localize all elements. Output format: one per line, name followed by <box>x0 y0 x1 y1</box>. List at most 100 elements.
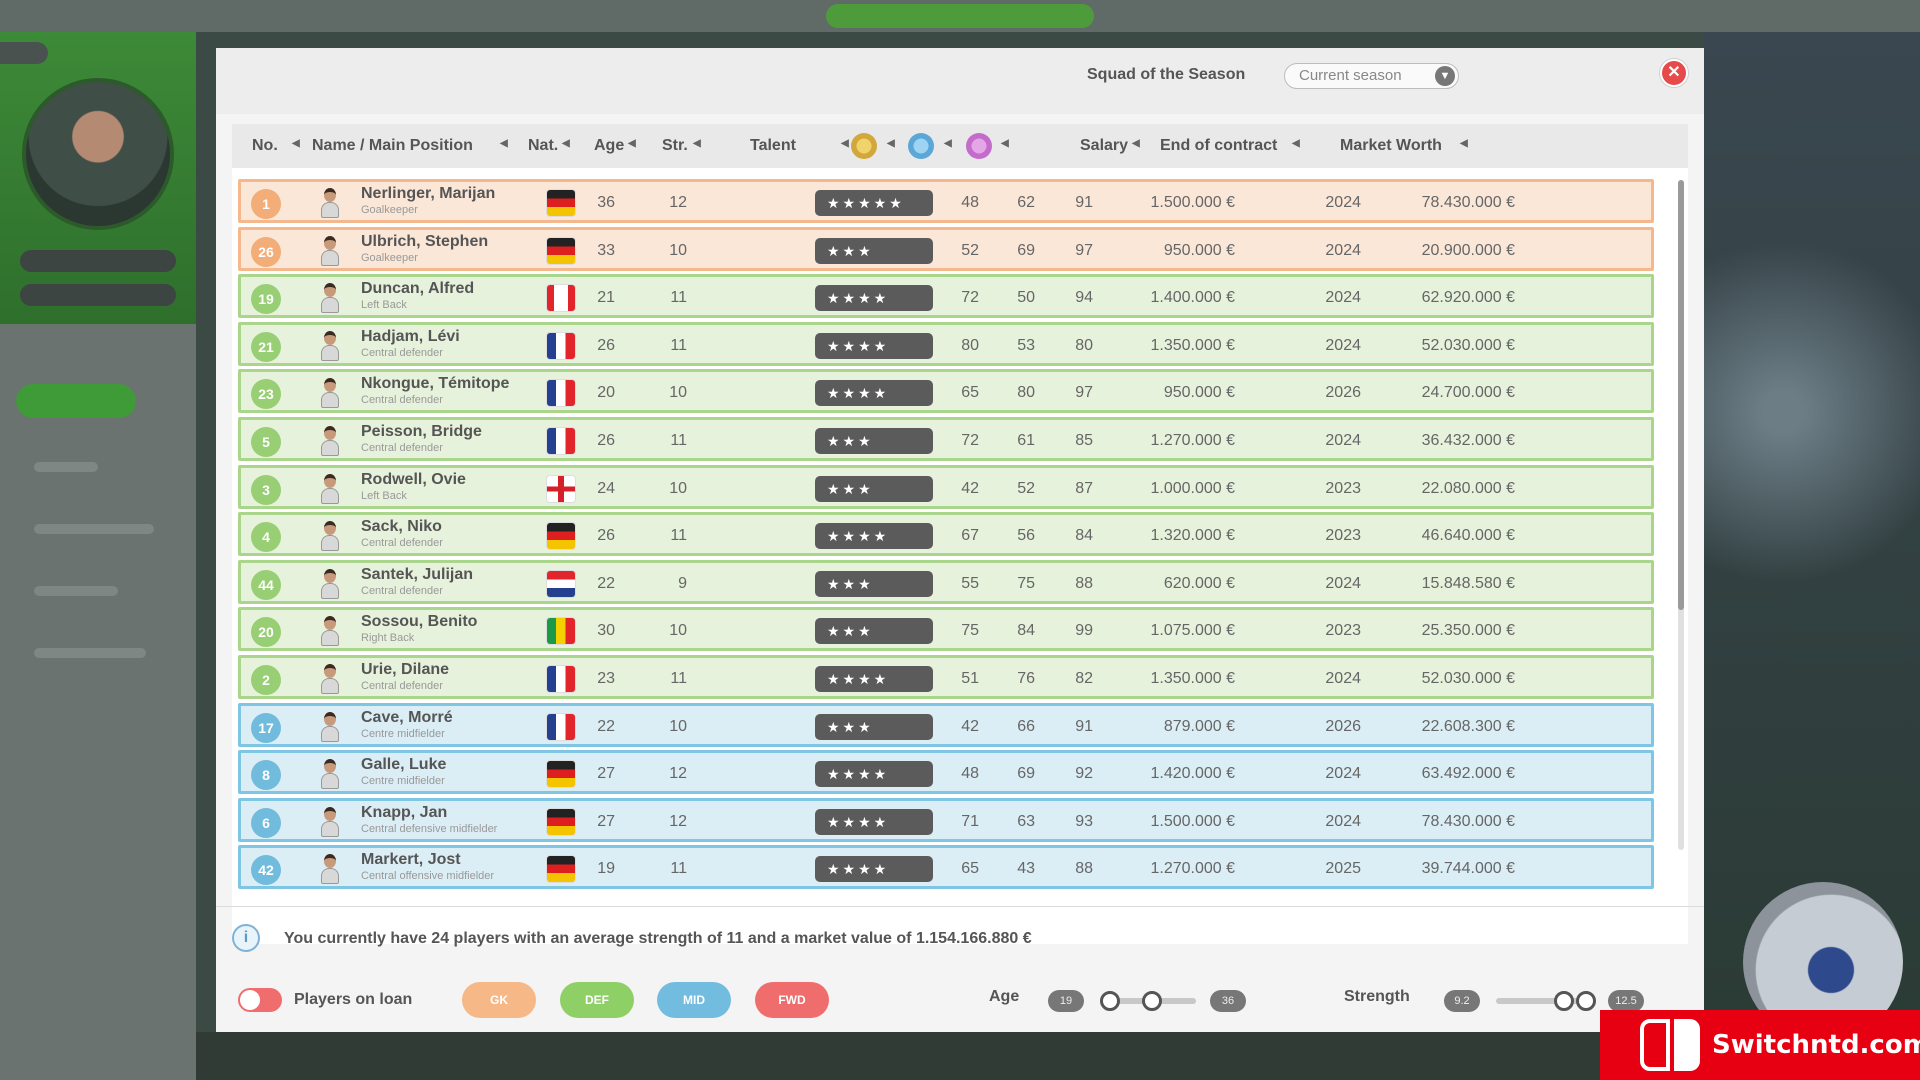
filter-fwd-button[interactable]: FWD <box>755 982 829 1018</box>
strength-max-value: 12.5 <box>1608 990 1644 1012</box>
talent-stars: ★★★★ <box>815 856 933 883</box>
fitness-stat-icon[interactable] <box>851 133 877 159</box>
season-select[interactable]: Current season ▼ <box>1284 63 1459 89</box>
stat-satisfaction: 92 <box>1075 765 1093 783</box>
player-salary: 1.075.000 € <box>1150 622 1235 640</box>
filter-gk-button[interactable]: GK <box>462 982 536 1018</box>
table-row[interactable]: 19 Duncan, Alfred Left Back 21 11 ★★★★ 72 50 94 1… <box>238 274 1654 319</box>
col-nat[interactable]: Nat. <box>528 137 558 155</box>
col-str[interactable]: Str. <box>662 137 688 155</box>
morale-stat-icon[interactable] <box>908 133 934 159</box>
player-strength: 11 <box>670 527 687 545</box>
table-row[interactable]: 20 Sossou, Benito Right Back 30 10 ★★★ 75 84 99 1… <box>238 607 1654 652</box>
player-position: Central defender <box>361 442 443 454</box>
player-name: Galle, Luke <box>361 756 447 774</box>
table-row[interactable]: 44 Santek, Julijan Central defender 22 9 ★★★ 5… <box>238 559 1654 604</box>
sort-arrow-icon[interactable]: ◀ <box>628 138 636 149</box>
player-strength: 10 <box>669 384 687 402</box>
table-row[interactable]: 3 Rodwell, Ovie Left Back 24 10 ★★★ 42 52 87 1.00… <box>238 464 1654 509</box>
age-max-handle[interactable] <box>1142 991 1162 1011</box>
sort-arrow-icon[interactable]: ◀ <box>292 138 300 149</box>
player-age: 22 <box>597 574 615 592</box>
sort-arrow-icon[interactable]: ◀ <box>1460 138 1468 149</box>
player-salary: 1.350.000 € <box>1150 336 1235 354</box>
talent-stars: ★★★ <box>815 475 933 502</box>
filter-mid-button[interactable]: MID <box>657 982 731 1018</box>
table-row[interactable]: 5 Peisson, Bridge Central defender 26 11 ★★★ 7… <box>238 417 1654 461</box>
age-min-handle[interactable] <box>1100 991 1120 1011</box>
sort-arrow-icon[interactable]: ◀ <box>1292 138 1300 149</box>
satisfaction-stat-icon[interactable] <box>966 133 992 159</box>
player-contract: 2024 <box>1325 574 1361 592</box>
table-row[interactable]: 2 Urie, Dilane Central defender 23 11 ★★★★ 51 7… <box>238 655 1654 699</box>
strength-filter-label: Strength <box>1344 988 1410 1005</box>
sort-arrow-icon[interactable]: ◀ <box>562 138 570 149</box>
player-contract: 2024 <box>1325 289 1361 307</box>
dialog-title: Squad of the Season <box>1087 66 1246 83</box>
canada-flag-icon <box>547 285 575 312</box>
player-market-worth: 25.350.000 € <box>1421 622 1515 640</box>
stat-satisfaction: 82 <box>1075 670 1093 687</box>
scrollbar-thumb[interactable] <box>1678 180 1684 610</box>
stat-satisfaction: 88 <box>1075 574 1093 592</box>
sort-arrow-icon[interactable]: ◀ <box>944 138 952 149</box>
player-contract: 2024 <box>1325 336 1361 354</box>
col-talent[interactable]: Talent <box>750 137 796 155</box>
player-name: Peisson, Bridge <box>361 423 482 440</box>
player-number: 3 <box>251 474 281 505</box>
stat-morale: 56 <box>1017 527 1035 545</box>
england-flag-icon <box>547 475 575 502</box>
filter-def-button[interactable]: DEF <box>560 982 634 1018</box>
player-strength: 9 <box>678 574 687 592</box>
col-salary[interactable]: Salary <box>1080 137 1128 155</box>
player-market-worth: 62.920.000 € <box>1421 289 1515 307</box>
player-market-worth: 20.900.000 € <box>1421 241 1515 259</box>
player-contract: 2024 <box>1325 812 1361 830</box>
player-age: 30 <box>597 622 615 640</box>
players-on-loan-toggle[interactable] <box>238 988 282 1012</box>
stat-morale: 50 <box>1017 289 1035 307</box>
table-row[interactable]: 17 Cave, Morré Centre midfielder 22 10 ★★★ 42 6… <box>238 702 1654 747</box>
sort-arrow-icon[interactable]: ◀ <box>500 138 508 149</box>
table-row[interactable]: 6 Knapp, Jan Central defensive midfielder 2… <box>238 797 1654 842</box>
sort-arrow-icon[interactable]: ◀ <box>841 138 849 149</box>
close-button[interactable]: ✕ <box>1660 59 1688 87</box>
player-name: Markert, Jost <box>361 851 461 869</box>
player-avatar <box>319 521 341 552</box>
strength-max-handle[interactable] <box>1576 991 1596 1011</box>
sort-arrow-icon[interactable]: ◀ <box>887 138 895 149</box>
player-position: Central defensive midfielder <box>361 822 498 835</box>
col-worth[interactable]: Market Worth <box>1340 137 1442 155</box>
col-age[interactable]: Age <box>594 137 624 155</box>
player-salary: 620.000 € <box>1163 574 1235 592</box>
table-row[interactable]: 4 Sack, Niko Central defender 26 11 ★★★★ 67 56 8… <box>238 512 1654 557</box>
player-strength: 10 <box>669 622 687 640</box>
stat-fitness: 55 <box>961 574 979 592</box>
player-salary: 1.270.000 € <box>1150 860 1235 878</box>
stat-fitness: 72 <box>961 289 979 307</box>
table-row[interactable]: 42 Markert, Jost Central offensive midfiel… <box>238 845 1654 890</box>
player-age: 26 <box>597 432 615 449</box>
col-name[interactable]: Name / Main Position <box>312 137 473 155</box>
france-flag-icon <box>547 380 575 407</box>
table-row[interactable]: 23 Nkongue, Témitope Central defender 20 10 ★… <box>238 369 1654 414</box>
player-market-worth: 39.744.000 € <box>1421 860 1515 878</box>
age-filter-label: Age <box>989 988 1020 1005</box>
sort-arrow-icon[interactable]: ◀ <box>693 138 701 149</box>
strength-min-handle[interactable] <box>1554 991 1574 1011</box>
background-bar <box>20 284 176 306</box>
table-row[interactable]: 1 Nerlinger, Marijan Goalkeeper 36 12 ★★★★★ 48… <box>238 179 1654 223</box>
table-scrollbar[interactable] <box>1678 180 1684 850</box>
sort-arrow-icon[interactable]: ◀ <box>1132 138 1140 149</box>
sort-arrow-icon[interactable]: ◀ <box>1001 138 1009 149</box>
col-no[interactable]: No. <box>252 137 278 155</box>
col-contract[interactable]: End of contract <box>1160 137 1277 155</box>
table-row[interactable]: 26 Ulbrich, Stephen Goalkeeper 33 10 ★★★ 52 69 9… <box>238 226 1654 271</box>
talent-stars: ★★★ <box>815 428 933 454</box>
table-row[interactable]: 8 Galle, Luke Centre midfielder 27 12 ★★★★ 48 6… <box>238 750 1654 795</box>
table-row[interactable]: 21 Hadjam, Lévi Central defender 26 11 ★★★★ 80… <box>238 321 1654 366</box>
player-avatar <box>319 664 341 694</box>
player-strength: 12 <box>669 194 687 211</box>
player-position: Right Back <box>361 632 415 645</box>
player-contract: 2026 <box>1325 717 1361 735</box>
